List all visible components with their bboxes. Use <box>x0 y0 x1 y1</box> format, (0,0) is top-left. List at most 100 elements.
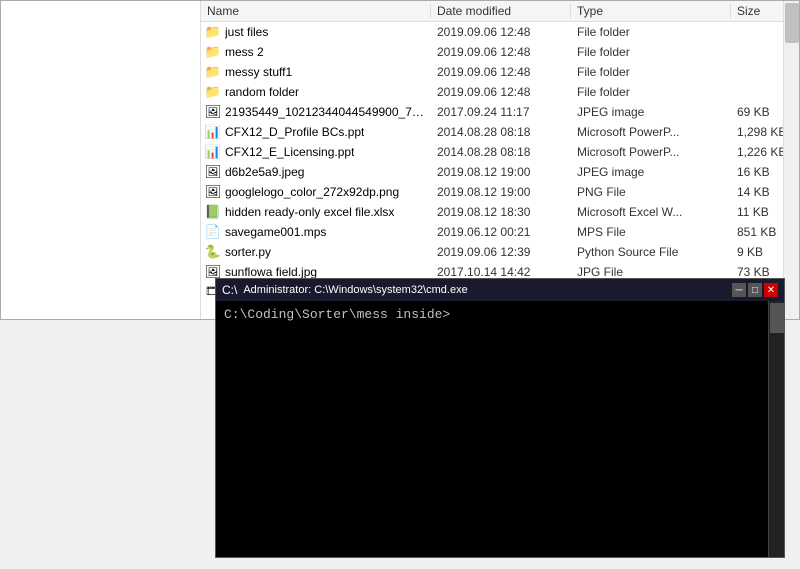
file-date-cell: 2019.06.12 00:21 <box>431 225 571 239</box>
file-size-cell: 14 KB <box>731 185 783 199</box>
table-row[interactable]: 📗 hidden ready-only excel file.xlsx 2019.0… <box>201 202 783 222</box>
close-button[interactable]: ✕ <box>764 283 778 297</box>
table-row[interactable]: 📊 CFX12_E_Licensing.ppt 2014.08.28 08:18Mi… <box>201 142 783 162</box>
file-name-text: googlelogo_color_272x92dp.png <box>225 185 399 199</box>
file-icon-ppt: 📊 <box>205 144 221 160</box>
file-size-cell: 1,226 KB <box>731 145 783 159</box>
file-type-cell: JPG File <box>571 265 731 279</box>
file-name-cell: 📊 CFX12_D_Profile BCs.ppt <box>201 124 431 140</box>
file-date-cell: 2017.10.14 14:42 <box>431 265 571 279</box>
file-name-text: just files <box>225 25 268 39</box>
file-name-cell: 📁 messy stuff1 <box>201 64 431 80</box>
table-row[interactable]: 📁 random folder 2019.09.06 12:48File folde… <box>201 82 783 102</box>
file-type-cell: File folder <box>571 65 731 79</box>
file-type-cell: Microsoft Excel W... <box>571 205 731 219</box>
file-icon-xlsx: 📗 <box>205 204 221 220</box>
file-name-text: messy stuff1 <box>225 65 292 79</box>
table-row[interactable]: 🖼 googlelogo_color_272x92dp.png 2019.08.12… <box>201 182 783 202</box>
file-icon-ppt: 📊 <box>205 124 221 140</box>
file-type-cell: Microsoft PowerP... <box>571 145 731 159</box>
file-name-text: CFX12_E_Licensing.ppt <box>225 145 354 159</box>
table-row[interactable]: 🖼d6b2e5a9.jpeg2019.08.12 19:00JPEG image… <box>201 162 783 182</box>
table-row[interactable]: 📁mess 22019.09.06 12:48File folder <box>201 42 783 62</box>
main-panel: Name Date modified Type Size 📁 just files… <box>201 1 783 319</box>
file-name-text: mess 2 <box>225 45 264 59</box>
file-name-text: hidden ready-only excel file.xlsx <box>225 205 394 219</box>
explorer-window: Name Date modified Type Size 📁 just files… <box>0 0 800 320</box>
maximize-button[interactable]: □ <box>748 283 762 297</box>
scrollbar-thumb[interactable] <box>785 3 799 43</box>
cmd-title-text: Administrator: C:\Windows\system32\cmd.e… <box>243 284 467 296</box>
file-icon-folder: 📁 <box>205 64 221 80</box>
file-name-text: sunflowa field.jpg <box>225 265 317 279</box>
file-date-cell: 2019.09.06 12:39 <box>431 245 571 259</box>
file-type-cell: PNG File <box>571 185 731 199</box>
col-name[interactable]: Name <box>201 4 431 18</box>
file-date-cell: 2019.09.06 12:48 <box>431 65 571 79</box>
minimize-button[interactable]: ─ <box>732 283 746 297</box>
file-name-cell: 🖼 googlelogo_color_272x92dp.png <box>201 184 431 200</box>
scrollbar[interactable] <box>783 1 799 319</box>
file-type-cell: File folder <box>571 85 731 99</box>
table-row[interactable]: 📊 CFX12_D_Profile BCs.ppt 2014.08.28 08:18… <box>201 122 783 142</box>
table-row[interactable]: 📁 just files 2019.09.06 12:48File folder <box>201 22 783 42</box>
cmd-titlebar: C:\ Administrator: C:\Windows\system32\c… <box>216 279 784 301</box>
file-date-cell: 2014.08.28 08:18 <box>431 145 571 159</box>
file-type-cell: Python Source File <box>571 245 731 259</box>
file-icon-jpg: 🖼 <box>205 104 221 120</box>
table-row[interactable]: 📁 messy stuff1 2019.09.06 12:48File folder <box>201 62 783 82</box>
cmd-body[interactable]: C:\Coding\Sorter\mess inside> <box>216 301 784 557</box>
file-date-cell: 2019.09.06 12:48 <box>431 85 571 99</box>
table-row[interactable]: 🐍sorter.py2019.09.06 12:39Python Source … <box>201 242 783 262</box>
explorer-content: Name Date modified Type Size 📁 just files… <box>1 1 799 319</box>
file-icon-folder: 📁 <box>205 44 221 60</box>
file-type-cell: File folder <box>571 25 731 39</box>
file-size-cell: 73 KB <box>731 265 783 279</box>
file-name-cell: 🐍sorter.py <box>201 244 431 260</box>
cmd-controls: ─ □ ✕ <box>732 283 778 297</box>
file-name-cell: 📁 random folder <box>201 84 431 100</box>
file-size-cell: 11 KB <box>731 205 783 219</box>
file-size-cell: 851 KB <box>731 225 783 239</box>
file-name-cell: 📄savegame001.mps <box>201 224 431 240</box>
file-name-text: random folder <box>225 85 299 99</box>
cmd-prompt: C:\Coding\Sorter\mess inside> <box>224 307 450 322</box>
file-type-cell: MPS File <box>571 225 731 239</box>
file-size-cell: 69 KB <box>731 105 783 119</box>
cmd-window: C:\ Administrator: C:\Windows\system32\c… <box>215 278 785 558</box>
table-row[interactable]: 🖼21935449_10212344044549900_706476908...… <box>201 102 783 122</box>
file-name-cell: 📁 just files <box>201 24 431 40</box>
col-type[interactable]: Type <box>571 4 731 18</box>
file-date-cell: 2014.08.28 08:18 <box>431 125 571 139</box>
file-date-cell: 2019.08.12 18:30 <box>431 205 571 219</box>
nav-panel <box>1 1 201 319</box>
cmd-scrollbar[interactable] <box>768 301 784 557</box>
file-icon-folder: 📁 <box>205 24 221 40</box>
cmd-title-left: C:\ Administrator: C:\Windows\system32\c… <box>222 283 468 297</box>
file-name-cell: 📊 CFX12_E_Licensing.ppt <box>201 144 431 160</box>
file-date-cell: 2019.08.12 19:00 <box>431 165 571 179</box>
file-icon-mps: 📄 <box>205 224 221 240</box>
file-name-text: CFX12_D_Profile BCs.ppt <box>225 125 364 139</box>
file-size-cell: 9 KB <box>731 245 783 259</box>
file-date-cell: 2017.09.24 11:17 <box>431 105 571 119</box>
file-name-cell: 🖼d6b2e5a9.jpeg <box>201 164 431 180</box>
file-list-header: Name Date modified Type Size <box>201 1 783 22</box>
table-row[interactable]: 📄savegame001.mps2019.06.12 00:21MPS File… <box>201 222 783 242</box>
file-type-cell: JPEG image <box>571 105 731 119</box>
file-size-cell: 16 KB <box>731 165 783 179</box>
col-date[interactable]: Date modified <box>431 4 571 18</box>
file-date-cell: 2019.08.12 19:00 <box>431 185 571 199</box>
file-icon-folder: 📁 <box>205 84 221 100</box>
file-name-cell: 📗 hidden ready-only excel file.xlsx <box>201 204 431 220</box>
file-name-cell: 🖼21935449_10212344044549900_706476908... <box>201 104 431 120</box>
file-type-cell: JPEG image <box>571 165 731 179</box>
file-type-cell: Microsoft PowerP... <box>571 125 731 139</box>
file-type-cell: File folder <box>571 45 731 59</box>
file-date-cell: 2019.09.06 12:48 <box>431 25 571 39</box>
file-size-cell: 1,298 KB <box>731 125 783 139</box>
file-icon-png: 🖼 <box>205 184 221 200</box>
col-size[interactable]: Size <box>731 4 783 18</box>
cmd-scrollbar-thumb[interactable] <box>770 303 784 333</box>
file-list[interactable]: 📁just files2019.09.06 12:48File folder📁m… <box>201 22 783 295</box>
